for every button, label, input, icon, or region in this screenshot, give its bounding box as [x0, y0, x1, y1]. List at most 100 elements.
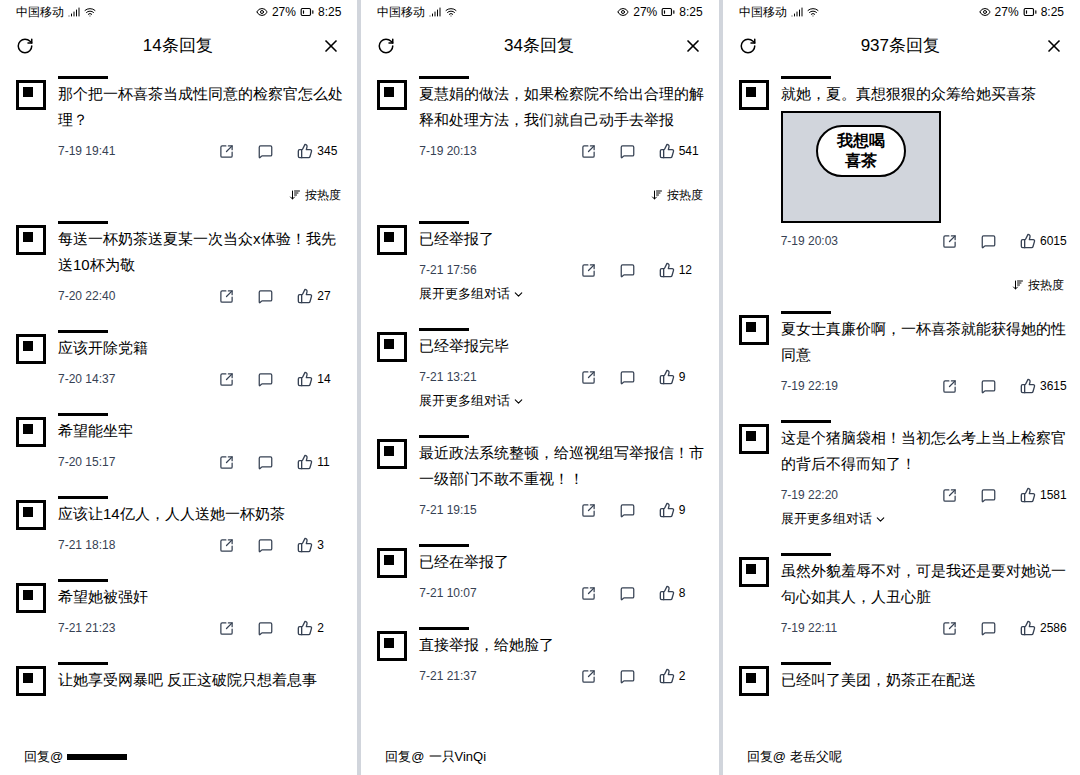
sort-icon	[1012, 279, 1024, 291]
reply-icon[interactable]	[258, 455, 273, 470]
close-icon[interactable]	[683, 36, 703, 56]
reply-icon[interactable]	[620, 144, 635, 159]
share-icon[interactable]	[942, 234, 957, 249]
sort-button[interactable]: 按热度	[0, 177, 357, 213]
close-icon[interactable]	[1044, 36, 1064, 56]
chevron-down-icon	[512, 288, 525, 301]
comment-meta: 7-19 20:13541	[419, 141, 706, 161]
avatar[interactable]	[739, 424, 769, 454]
reply-icon[interactable]	[258, 538, 273, 553]
reply-icon[interactable]	[258, 372, 273, 387]
like-icon[interactable]	[297, 620, 313, 636]
reply-icon[interactable]	[620, 669, 635, 684]
reply-bar[interactable]: 回复@一只VinQi	[361, 739, 718, 775]
sort-button[interactable]: 按热度	[723, 267, 1080, 303]
avatar[interactable]	[377, 80, 407, 110]
share-icon[interactable]	[581, 144, 596, 159]
avatar[interactable]	[377, 332, 407, 362]
avatar[interactable]	[16, 583, 46, 613]
battery-icon	[1023, 5, 1037, 19]
reply-icon[interactable]	[620, 263, 635, 278]
like-icon[interactable]	[1020, 378, 1036, 394]
reply-icon[interactable]	[620, 503, 635, 518]
expand-button[interactable]: 展开更多组对话	[419, 391, 706, 411]
avatar[interactable]	[16, 80, 46, 110]
like-icon[interactable]	[659, 585, 675, 601]
expand-button[interactable]: 展开更多组对话	[419, 284, 706, 304]
reply-icon[interactable]	[258, 621, 273, 636]
like-icon[interactable]	[297, 143, 313, 159]
comment-date: 7-21 18:18	[58, 536, 219, 554]
like-icon[interactable]	[297, 371, 313, 387]
share-icon[interactable]	[942, 621, 957, 636]
reply-icon[interactable]	[620, 586, 635, 601]
refresh-icon[interactable]	[377, 37, 395, 55]
like-icon[interactable]	[659, 143, 675, 159]
carrier: 中国移动	[739, 3, 787, 21]
reply-icon[interactable]	[981, 379, 996, 394]
avatar[interactable]	[16, 417, 46, 447]
avatar[interactable]	[377, 439, 407, 469]
share-icon[interactable]	[219, 144, 234, 159]
comment-text: 让她享受网暴吧 反正这破院只想着息事	[58, 667, 345, 693]
reply-icon[interactable]	[981, 621, 996, 636]
like-icon[interactable]	[1020, 620, 1036, 636]
comment-meta: 7-21 10:078	[419, 583, 706, 603]
like-icon[interactable]	[297, 537, 313, 553]
avatar[interactable]	[16, 666, 46, 696]
reply-icon[interactable]	[258, 144, 273, 159]
expand-button[interactable]: 展开更多组对话	[781, 509, 1068, 529]
share-icon[interactable]	[219, 621, 234, 636]
share-icon[interactable]	[581, 503, 596, 518]
avatar[interactable]	[377, 631, 407, 661]
comment-meta: 7-21 19:159	[419, 500, 706, 520]
avatar[interactable]	[16, 500, 46, 530]
avatar[interactable]	[739, 315, 769, 345]
avatar[interactable]	[16, 225, 46, 255]
like-icon[interactable]	[659, 262, 675, 278]
share-icon[interactable]	[581, 263, 596, 278]
chevron-down-icon	[874, 513, 887, 526]
like-icon[interactable]	[297, 288, 313, 304]
like-icon[interactable]	[659, 369, 675, 385]
like-icon[interactable]	[1020, 487, 1036, 503]
clock: 8:25	[318, 3, 341, 21]
avatar[interactable]	[16, 334, 46, 364]
reply-bar[interactable]: 回复@老岳父呢	[723, 739, 1080, 775]
reply-icon[interactable]	[981, 488, 996, 503]
comment-text: 夏女士真廉价啊，一杯喜茶就能获得她的性同意	[781, 316, 1068, 368]
avatar[interactable]	[377, 548, 407, 578]
share-icon[interactable]	[581, 586, 596, 601]
like-icon[interactable]	[297, 454, 313, 470]
share-icon[interactable]	[942, 379, 957, 394]
close-icon[interactable]	[321, 36, 341, 56]
share-icon[interactable]	[219, 538, 234, 553]
share-icon[interactable]	[942, 488, 957, 503]
reply-icon[interactable]	[620, 370, 635, 385]
share-icon[interactable]	[581, 370, 596, 385]
refresh-icon[interactable]	[739, 37, 757, 55]
reply-icon[interactable]	[981, 234, 996, 249]
avatar[interactable]	[739, 557, 769, 587]
reply-bar[interactable]: 回复@	[0, 739, 357, 775]
like-count: 9	[679, 368, 707, 386]
like-icon[interactable]	[1020, 233, 1036, 249]
refresh-icon[interactable]	[16, 37, 34, 55]
share-icon[interactable]	[219, 289, 234, 304]
share-icon[interactable]	[219, 372, 234, 387]
avatar[interactable]	[739, 80, 769, 110]
avatar[interactable]	[739, 666, 769, 696]
share-icon[interactable]	[219, 455, 234, 470]
share-icon[interactable]	[581, 669, 596, 684]
comment-picture[interactable]: 我想喝喜茶	[781, 111, 941, 223]
avatar[interactable]	[377, 225, 407, 255]
comment-text: 应该让14亿人，人人送她一杯奶茶	[58, 501, 345, 527]
comment: 希望她被强奸7-21 21:232	[0, 571, 357, 654]
reply-icon[interactable]	[258, 289, 273, 304]
like-icon[interactable]	[659, 668, 675, 684]
comment: 每送一杯奶茶送夏某一次当众x体验！我先送10杯为敬7-20 22:4027	[0, 213, 357, 322]
like-icon[interactable]	[659, 502, 675, 518]
sort-button[interactable]: 按热度	[361, 177, 718, 213]
like-count: 14	[317, 370, 345, 388]
panel-title: 14条回复	[143, 33, 213, 59]
